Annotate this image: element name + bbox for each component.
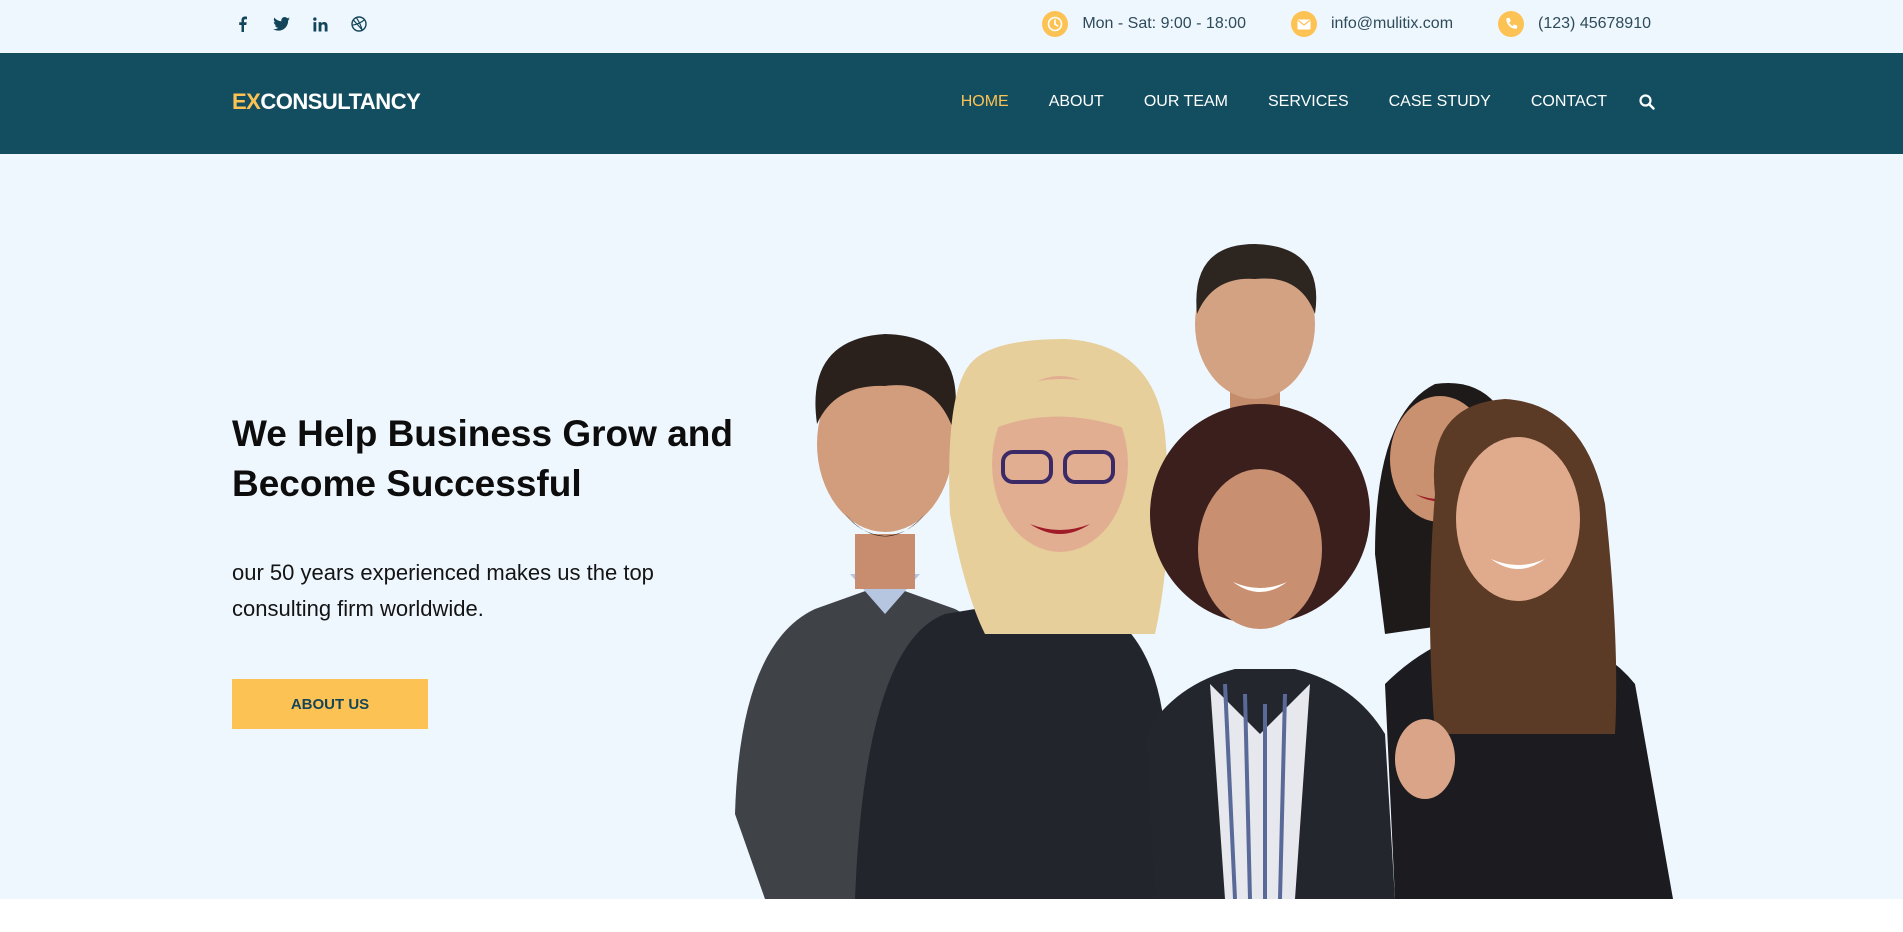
logo-ex: EX bbox=[232, 89, 261, 114]
hero-headline: We Help Business Grow and Become Success… bbox=[232, 413, 733, 504]
contact-info: Mon - Sat: 9:00 - 18:00 info@mulitix.com… bbox=[997, 11, 1651, 37]
search-icon[interactable] bbox=[1639, 94, 1655, 110]
site-logo[interactable]: EXCONSULTANCY bbox=[232, 89, 421, 115]
hero-subtitle: our 50 years experienced makes us the to… bbox=[232, 560, 654, 621]
nav-item-about[interactable]: ABOUT bbox=[1049, 93, 1104, 111]
team-member-5 bbox=[1145, 404, 1395, 899]
business-hours: Mon - Sat: 9:00 - 18:00 bbox=[1042, 11, 1246, 37]
logo-consultancy: CONSULTANCY bbox=[260, 89, 421, 114]
team-photo bbox=[735, 244, 1673, 899]
nav-item-our-team[interactable]: OUR TEAM bbox=[1144, 93, 1228, 111]
nav-item-case-study[interactable]: CASE STUDY bbox=[1389, 93, 1491, 111]
facebook-icon[interactable] bbox=[232, 13, 252, 35]
twitter-icon[interactable] bbox=[271, 13, 291, 35]
hero-section: We Help Business Grow and Become Success… bbox=[0, 154, 1903, 899]
email-info: info@mulitix.com bbox=[1290, 11, 1453, 37]
about-us-button[interactable]: ABOUT US bbox=[232, 679, 428, 729]
linkedin-icon[interactable] bbox=[310, 13, 330, 35]
dribbble-icon[interactable] bbox=[349, 13, 369, 35]
envelope-icon bbox=[1290, 11, 1317, 37]
nav-menu: HOME ABOUT OUR TEAM SERVICES CASE STUDY … bbox=[921, 93, 1655, 111]
main-navbar: EXCONSULTANCY HOME ABOUT OUR TEAM SERVIC… bbox=[0, 53, 1903, 154]
email-link[interactable]: info@mulitix.com bbox=[1331, 15, 1453, 33]
nav-item-home[interactable]: HOME bbox=[961, 93, 1009, 111]
nav-item-services[interactable]: SERVICES bbox=[1268, 93, 1349, 111]
business-hours-text: Mon - Sat: 9:00 - 18:00 bbox=[1082, 15, 1246, 32]
phone-icon bbox=[1498, 11, 1525, 37]
social-links bbox=[232, 13, 369, 35]
phone-number[interactable]: (123) 45678910 bbox=[1538, 15, 1651, 33]
clock-icon bbox=[1042, 11, 1069, 37]
top-bar: Mon - Sat: 9:00 - 18:00 info@mulitix.com… bbox=[0, 0, 1903, 53]
phone-info: (123) 45678910 bbox=[1498, 11, 1651, 37]
nav-item-contact[interactable]: CONTACT bbox=[1531, 93, 1607, 111]
